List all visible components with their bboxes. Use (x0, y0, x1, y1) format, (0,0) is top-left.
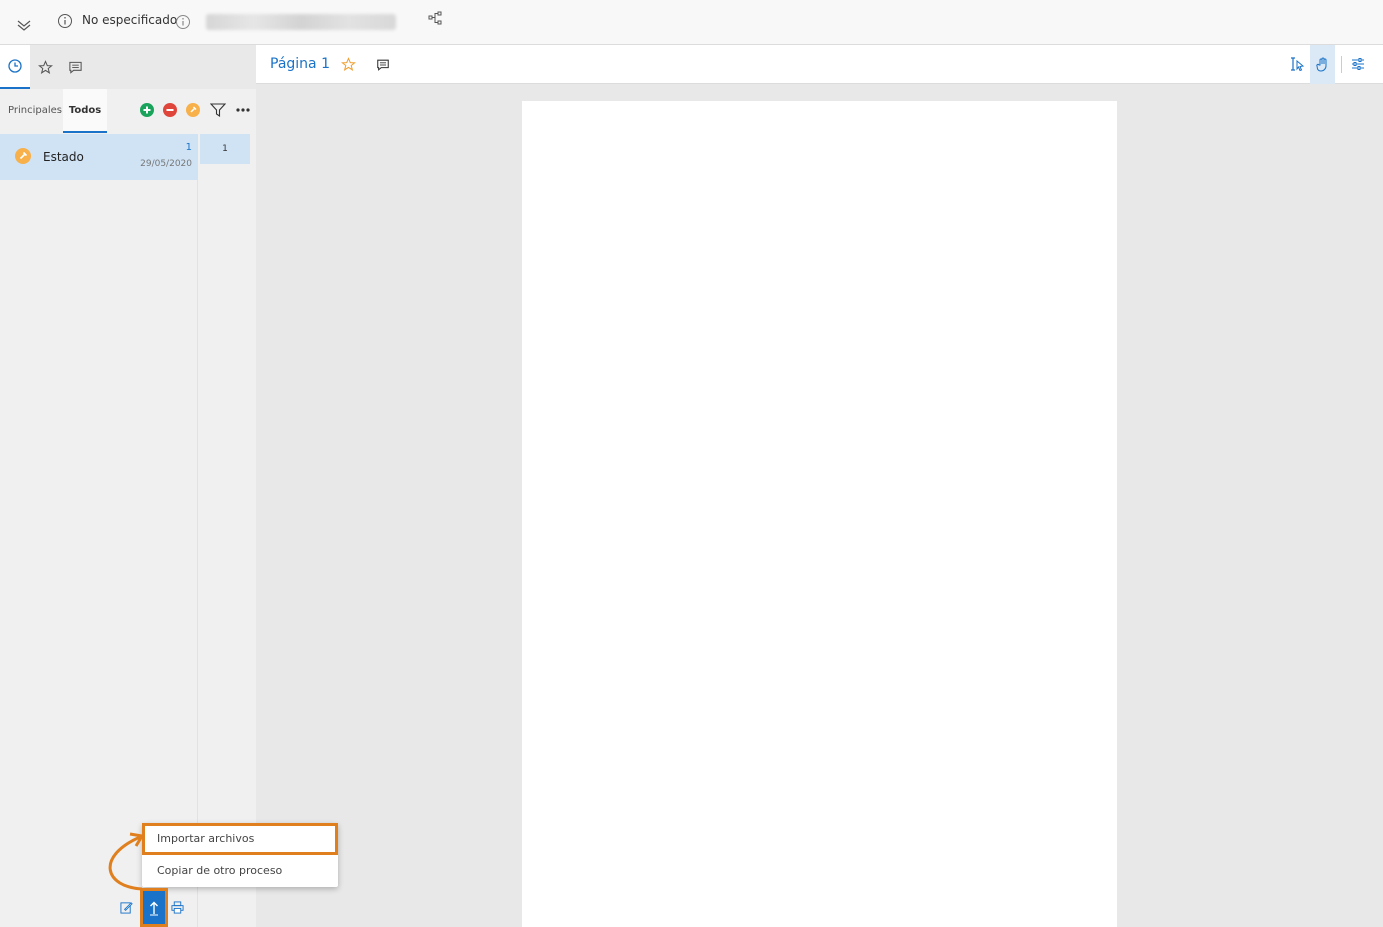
print-icon[interactable] (171, 901, 184, 914)
pan-tool-button[interactable] (1310, 45, 1335, 84)
hand-icon (1315, 57, 1330, 73)
info-icon[interactable] (57, 13, 73, 29)
text-select-icon[interactable] (1289, 56, 1305, 72)
info-icon[interactable] (175, 14, 191, 30)
item-date: 29/05/2020 (140, 159, 192, 169)
document-list: Estado 1 29/05/2020 (0, 134, 198, 927)
comment-icon (68, 60, 83, 75)
document-page[interactable] (522, 101, 1117, 927)
left-panel: Principales Todos Estado 1 29/05/2020 1 … (0, 45, 338, 927)
import-files-option[interactable]: Importar archivos (142, 823, 338, 855)
page-thumbnail[interactable]: 1 (200, 134, 250, 164)
pin-icon[interactable] (186, 103, 200, 117)
item-count: 1 (185, 142, 192, 153)
pin-icon (15, 148, 31, 164)
filter-icon[interactable] (210, 103, 226, 117)
tab-principales[interactable]: Principales (8, 89, 62, 133)
tab-history[interactable] (0, 45, 30, 89)
annotation-arrow (100, 827, 150, 892)
star-icon[interactable] (341, 57, 356, 72)
import-menu: Importar archivos Copiar de otro proceso (142, 823, 338, 887)
remove-icon[interactable] (163, 103, 177, 117)
edit-icon[interactable] (120, 901, 133, 914)
redacted-text (206, 14, 396, 30)
toolbar-divider (1341, 56, 1342, 73)
copy-from-process-option[interactable]: Copiar de otro proceso (142, 855, 338, 887)
comment-icon[interactable] (376, 58, 390, 72)
settings-sliders-icon[interactable] (1350, 56, 1366, 72)
more-icon[interactable] (236, 103, 250, 117)
list-item[interactable]: Estado 1 29/05/2020 (0, 134, 198, 180)
page-title: Página 1 (270, 56, 330, 72)
star-icon (37, 59, 53, 75)
left-panel-tabs (0, 45, 256, 89)
upload-button[interactable] (140, 888, 168, 927)
status-label: No especificado (82, 13, 178, 27)
viewer-toolbar: Página 1 (256, 45, 1383, 84)
chevron-down-icon[interactable] (15, 16, 33, 34)
workflow-icon[interactable] (428, 10, 445, 27)
add-icon[interactable] (140, 103, 154, 117)
tab-comments[interactable] (60, 45, 90, 89)
item-name: Estado (43, 150, 84, 164)
tab-todos[interactable]: Todos (63, 89, 107, 133)
tab-favorites[interactable] (30, 45, 60, 89)
upload-icon (148, 900, 160, 916)
top-bar: No especificado (0, 0, 1383, 45)
history-icon (7, 58, 23, 74)
